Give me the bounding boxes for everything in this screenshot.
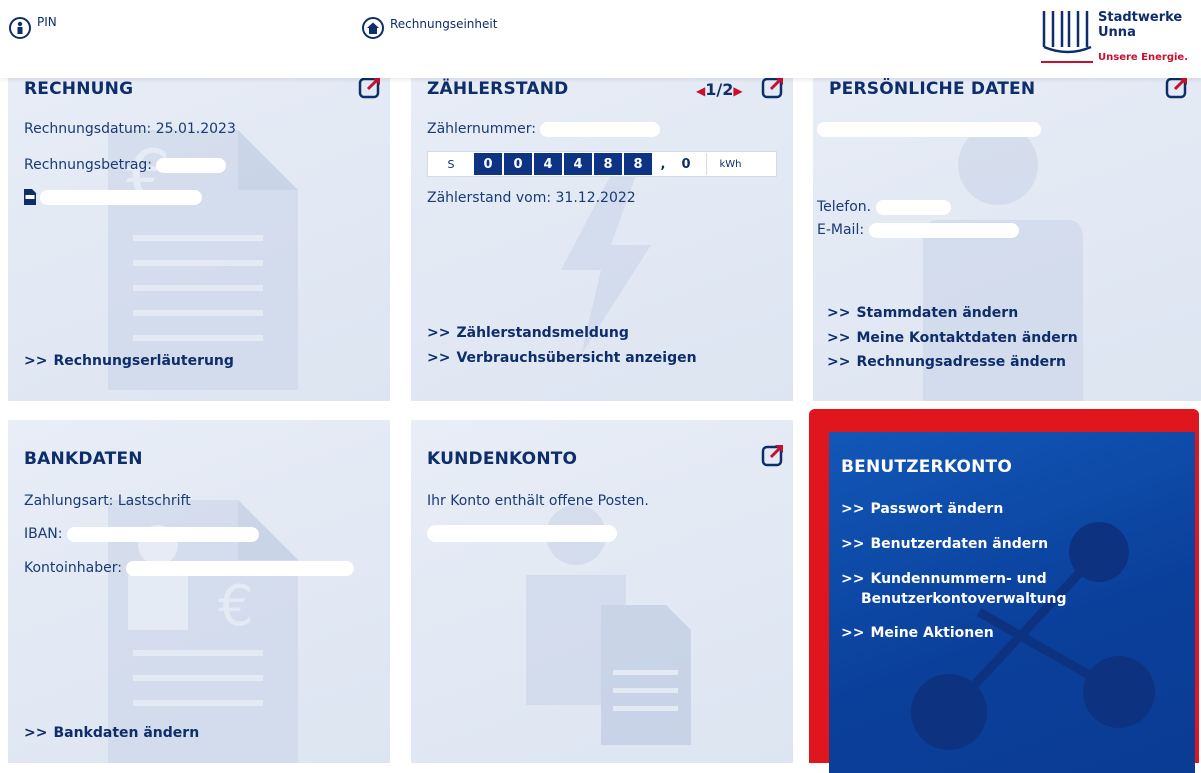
billing-unit-label[interactable]: Rechnungseinheit [390,17,497,31]
meter-decimal: 0 [681,156,691,172]
chevron-right-icon: >> [841,625,865,641]
chevron-right-icon: >> [427,350,451,366]
link-kontoverwaltung[interactable]: >> Kundennummern- und Benutzerkontoverwal… [841,569,1067,609]
meter-digit: 8 [594,153,622,175]
meter-digit: 4 [534,153,562,175]
benutzerkonto-highlight-frame: BENUTZERKONTO >> Passwort ändern >> Benutz… [809,409,1199,773]
pin-item[interactable]: PIN [9,15,57,39]
external-link-icon[interactable] [761,75,785,99]
meter-unit: kWh [706,153,754,175]
card-title: RECHNUNG [24,79,134,99]
redacted-value [126,560,355,576]
redacted-value [40,189,203,205]
chevron-right-icon: >> [841,501,865,517]
chevron-right-icon: >> [841,571,865,587]
card-persoenliche-daten: PERSÖNLICHE DATEN Telefon. E-Mail: >> Sta… [813,60,1201,401]
card-rechnung: € RECHNUNG Rechnungsdatum: 25.01.2023 Re… [8,60,390,401]
card-title: PERSÖNLICHE DATEN [829,79,1036,99]
logo-tagline: Unsere Energie. [1098,52,1188,63]
external-link-icon[interactable] [1165,75,1189,99]
meter-prefix: S [447,157,455,171]
link-bankdaten-aendern[interactable]: >> Bankdaten ändern [24,725,199,741]
card-title: ZÄHLERSTAND [427,79,569,99]
email-row: E-Mail: [817,222,1019,238]
logo-name: Stadtwerke Unna [1098,10,1183,40]
link-passwort-aendern[interactable]: >> Passwort ändern [841,501,1003,517]
chevron-right-icon: >> [827,305,851,321]
card-zaehlerstand: ZÄHLERSTAND ◀1/2▶ Zählernummer: S 0 0 4 … [411,60,793,401]
stadtwerke-logo: Stadtwerke Unna Unsere Energie. [1041,9,1191,67]
chevron-right-icon: >> [24,353,48,369]
redacted-value [427,525,617,542]
prev-arrow-icon[interactable]: ◀ [696,84,705,98]
invoice-pdf-row[interactable] [24,189,203,205]
pdf-icon[interactable] [24,189,36,205]
meter-digit: 4 [564,153,592,175]
external-link-icon[interactable] [358,75,382,99]
redacted-value [156,157,227,173]
invoice-date: Rechnungsdatum: 25.01.2023 [24,121,236,137]
meter-digit: 0 [474,153,502,175]
chevron-right-icon: >> [827,330,851,346]
chevron-right-icon: >> [827,354,851,370]
link-meine-aktionen[interactable]: >> Meine Aktionen [841,625,994,641]
meter-separator: , [660,156,666,172]
link-benutzerdaten-aendern[interactable]: >> Benutzerdaten ändern [841,536,1048,552]
owner-row: Kontoinhaber: [24,560,355,576]
svg-text:€: € [218,574,254,639]
redacted-value [868,222,1019,238]
balance-row [427,525,617,542]
chevron-right-icon: >> [841,536,865,552]
link-rechnungsadresse[interactable]: >> Rechnungsadresse ändern [827,354,1066,370]
meter-digit: 0 [504,153,532,175]
iban-row: IBAN: [24,526,259,542]
billing-unit-item[interactable]: Rechnungseinheit [362,17,497,39]
redacted-value [875,199,951,215]
payment-method: Zahlungsart: Lastschrift [24,493,191,509]
account-status-text: Ihr Konto enthält offene Posten. [427,493,649,509]
person-documents-background-icon [526,505,691,745]
card-kundenkonto: KUNDENKONTO Ihr Konto enthält offene Pos… [411,420,793,763]
invoice-amount: Rechnungsbetrag: [24,157,227,173]
link-kontaktdaten[interactable]: >> Meine Kontaktdaten ändern [827,330,1078,346]
name-row [817,121,1041,137]
card-title: BENUTZERKONTO [841,457,1012,477]
logo-divider [1041,61,1093,63]
meter-number: Zählernummer: [427,121,661,137]
meter-pager[interactable]: ◀1/2▶ [696,80,743,99]
top-bar: PIN Rechnungseinheit Stadtwerke Unna Uns… [0,0,1201,78]
link-stammdaten[interactable]: >> Stammdaten ändern [827,305,1018,321]
link-zaehlerstandsmeldung[interactable]: >> Zählerstandsmeldung [427,325,629,341]
house-icon[interactable] [362,17,384,39]
card-title: BANKDATEN [24,449,143,469]
meter-digit: 8 [624,153,652,175]
redacted-value [540,121,661,137]
meter-reading-display: S 0 0 4 4 8 8 , 0 kWh [427,151,777,177]
link-rechnungserlaeuterung[interactable]: >> Rechnungserläuterung [24,353,234,369]
redacted-value [817,121,1041,137]
phone-row: Telefon. [817,199,951,215]
next-arrow-icon[interactable]: ▶ [733,84,742,98]
reading-date: Zählerstand vom: 31.12.2022 [427,190,636,206]
card-title: KUNDENKONTO [427,449,578,469]
chevron-right-icon: >> [24,725,48,741]
link-verbrauchsuebersicht[interactable]: >> Verbrauchsübersicht anzeigen [427,350,697,366]
card-bankdaten: € BANKDATEN Zahlungsart: Lastschrift IBA… [8,420,390,763]
card-benutzerkonto: BENUTZERKONTO >> Passwort ändern >> Benutz… [829,432,1195,773]
person-icon[interactable] [9,17,31,39]
chevron-right-icon: >> [427,325,451,341]
redacted-value [66,526,259,542]
pin-label[interactable]: PIN [37,15,57,29]
logo-mark-icon [1042,11,1092,54]
external-link-icon[interactable] [761,443,785,467]
invoice-amount-label: Rechnungsbetrag: [24,157,153,173]
